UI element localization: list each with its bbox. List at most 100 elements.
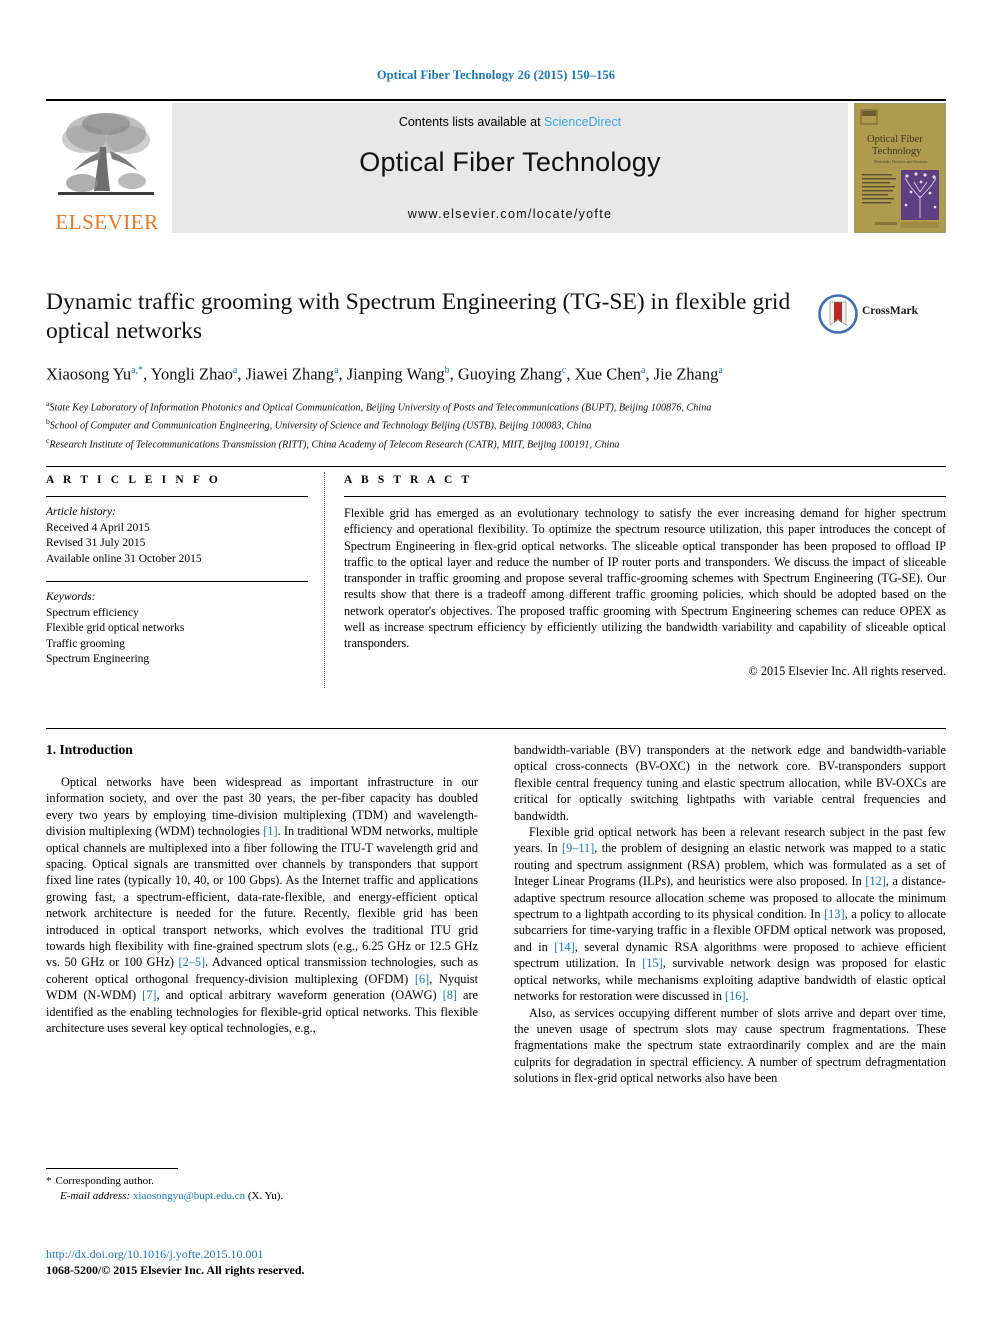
paper-page: Optical Fiber Technology 26 (2015) 150–1… <box>0 0 992 1323</box>
citation-link[interactable]: [1] <box>263 824 277 838</box>
keyword-item: Spectrum Engineering <box>46 653 150 665</box>
body-column-left: 1. Introduction Optical networks have be… <box>46 742 478 1037</box>
elsevier-wordmark: ELSEVIER <box>55 210 159 234</box>
article-history-group: Article history: Received 4 April 2015 Re… <box>46 505 308 567</box>
citation-link[interactable]: [6] <box>415 972 429 986</box>
article-info-rule <box>46 496 308 497</box>
email-link[interactable]: xiaosongyu@bupt.edu.cn <box>133 1190 245 1202</box>
article-info-column: A R T I C L E I N F O Article history: R… <box>46 474 308 682</box>
crossmark-badge[interactable]: CrossMark <box>818 294 926 334</box>
doi-link[interactable]: http://dx.doi.org/10.1016/j.yofte.2015.1… <box>46 1247 478 1263</box>
page-title: Dynamic traffic grooming with Spectrum E… <box>46 289 791 344</box>
keywords-heading: Keywords: <box>46 591 96 603</box>
contents-available-line: Contents lists available at ScienceDirec… <box>172 115 848 129</box>
keyword-item: Flexible grid optical networks <box>46 622 185 634</box>
abstract-text: Flexible grid has emerged as an evolutio… <box>344 506 946 651</box>
journal-band: Contents lists available at ScienceDirec… <box>172 103 848 233</box>
author-name: Jianping Wang <box>346 364 445 384</box>
author-name: Jiawei Zhang <box>245 364 335 384</box>
author-affiliation-mark: c <box>561 365 567 376</box>
citation-link[interactable]: [8] <box>443 988 457 1002</box>
right-paragraphs: bandwidth-variable (BV) transponders at … <box>514 742 946 1087</box>
keyword-item: Traffic grooming <box>46 637 125 650</box>
citation-link[interactable]: [13] <box>824 907 845 921</box>
body-paragraph: Optical networks have been widespread as… <box>46 775 478 1036</box>
author-affiliation-mark: a <box>641 365 646 376</box>
article-history-item: Available online 31 October 2015 <box>46 552 202 565</box>
divider-top <box>46 466 946 467</box>
citation-link[interactable]: [9–11] <box>562 841 594 855</box>
author-affiliation-mark: a <box>232 365 238 376</box>
body-paragraph: Flexible grid optical network has been a… <box>514 825 946 1004</box>
article-history-item: Received 4 April 2015 <box>46 521 150 534</box>
svg-text:Technology: Technology <box>872 146 922 157</box>
affiliation-line: bSchool of Computer and Communication En… <box>46 417 592 432</box>
author-list: Xiaosong Yua,*, Yongli Zhaoa, Jiawei Zha… <box>46 364 723 384</box>
author-name: Xiaosong Yu <box>46 364 132 384</box>
affiliation-mark: b <box>46 417 50 427</box>
footnote-corresponding-line: * Corresponding author. <box>46 1174 478 1189</box>
abstract-heading: A B S T R A C T <box>344 474 473 486</box>
author-affiliation-mark: a,* <box>131 365 144 376</box>
citation-link[interactable]: [14] <box>554 940 575 954</box>
left-paragraphs: Optical networks have been widespread as… <box>46 774 478 1037</box>
article-info-heading: A R T I C L E I N F O <box>46 474 221 486</box>
affiliation-list: aState Key Laboratory of Information Pho… <box>46 397 946 454</box>
keywords-lines: Spectrum efficiency Flexible grid optical… <box>46 606 308 668</box>
footnote-email-line: E-mail address: xiaosongyu@bupt.edu.cn (… <box>46 1189 478 1204</box>
journal-url[interactable]: www.elsevier.com/locate/yofte <box>172 207 848 221</box>
affiliation-line: cResearch Institute of Telecommunication… <box>46 436 620 451</box>
author-affiliation-mark: a <box>334 365 339 376</box>
divider-bottom <box>46 728 946 729</box>
journal-masthead: ELSEVIER Contents lists available at Sci… <box>46 99 946 234</box>
abstract-column: A B S T R A C T Flexible grid has emerge… <box>344 474 946 679</box>
citation-link[interactable]: [2–5] <box>179 955 206 969</box>
elsevier-tree-icon <box>58 113 154 195</box>
corresponding-author-footnote: * Corresponding author. E-mail address: x… <box>46 1168 478 1203</box>
journal-cover-thumbnail: Optical Fiber Technology Materials, Devi… <box>854 103 946 233</box>
body-paragraph: Also, as services occupying different nu… <box>514 1005 946 1086</box>
keywords-rule <box>46 581 308 582</box>
footnote-rule <box>46 1168 178 1169</box>
svg-text:Optical Fiber: Optical Fiber <box>867 134 923 145</box>
email-label: E-mail address: <box>60 1189 131 1202</box>
footer-doi-block: http://dx.doi.org/10.1016/j.yofte.2015.1… <box>46 1247 478 1278</box>
sciencedirect-link[interactable]: ScienceDirect <box>544 115 621 129</box>
footnote-corresponding-text: Corresponding author. <box>55 1175 154 1187</box>
title-block: Dynamic traffic grooming with Spectrum E… <box>46 288 946 453</box>
author-name: Guoying Zhang <box>457 364 562 384</box>
citation-link[interactable]: [15] <box>642 956 663 970</box>
keywords-group: Keywords: Spectrum efficiency Flexible gr… <box>46 590 308 668</box>
citation-link[interactable]: [7] <box>142 988 156 1002</box>
crossmark-icon <box>818 294 858 334</box>
citation-link[interactable]: [16] <box>725 989 746 1003</box>
elsevier-logo: ELSEVIER <box>46 103 166 234</box>
abstract-copyright: © 2015 Elsevier Inc. All rights reserved… <box>748 663 946 678</box>
article-history-item: Revised 31 July 2015 <box>46 537 146 549</box>
body-column-right: bandwidth-variable (BV) transponders at … <box>514 742 946 1087</box>
running-head: Optical Fiber Technology 26 (2015) 150–1… <box>376 68 616 82</box>
citation-link[interactable]: [12] <box>865 874 886 888</box>
contents-prefix: Contents lists available at <box>398 115 545 129</box>
author-name: Xue Chen <box>574 364 642 384</box>
crossmark-label: CrossMark <box>862 305 919 317</box>
author-affiliation-mark: a <box>718 365 723 376</box>
column-divider <box>324 472 325 688</box>
issn-copyright: 1068-5200/© 2015 Elsevier Inc. All right… <box>46 1262 305 1277</box>
affiliation-line: aState Key Laboratory of Information Pho… <box>46 398 712 413</box>
section-title-introduction: 1. Introduction <box>46 742 133 757</box>
author-affiliation-mark: b <box>444 365 450 376</box>
cover-artwork: Optical Fiber Technology Materials, Devi… <box>855 104 945 232</box>
footnote-star: * <box>46 1175 52 1187</box>
author-name: Yongli Zhao <box>150 364 233 384</box>
keyword-item: Spectrum efficiency <box>46 606 139 619</box>
body-paragraph: bandwidth-variable (BV) transponders at … <box>514 743 946 823</box>
journal-title: Optical Fiber Technology <box>359 147 661 177</box>
abstract-rule <box>344 496 946 497</box>
article-history-heading: Article history: <box>46 506 116 518</box>
affiliation-mark: a <box>46 398 50 408</box>
affiliation-mark: c <box>46 436 50 446</box>
article-history-lines: Received 4 April 2015 Revised 31 July 201… <box>46 521 308 568</box>
author-name: Jie Zhang <box>653 364 719 384</box>
email-suffix: (X. Yu). <box>247 1189 284 1202</box>
